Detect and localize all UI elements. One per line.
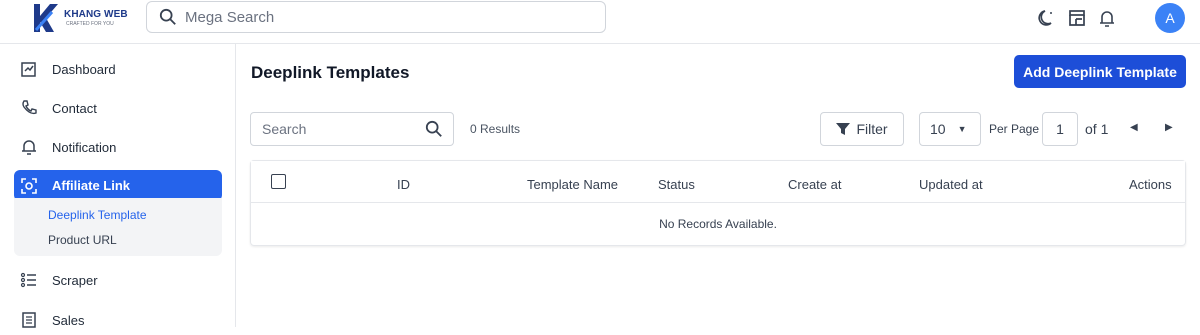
store-icon[interactable] — [1066, 7, 1088, 29]
add-deeplink-template-button[interactable]: Add Deeplink Template — [1014, 55, 1186, 88]
dark-mode-icon[interactable] — [1036, 7, 1058, 29]
sidebar-item-label: Notification — [52, 139, 117, 155]
sidebar-item-label: Dashboard — [52, 61, 116, 77]
mega-search-placeholder: Mega Search — [185, 8, 275, 26]
empty-state-text: No Records Available. — [659, 217, 777, 231]
bell-icon — [22, 140, 36, 155]
results-count: 0 Results — [470, 122, 521, 136]
submenu-item-product-url[interactable]: Product URL — [48, 233, 117, 247]
sidebar-item-label: Sales — [52, 312, 85, 328]
next-page-icon[interactable]: ▶ — [1165, 122, 1173, 133]
affiliate-icon — [21, 177, 37, 194]
search-icon[interactable] — [425, 120, 443, 138]
prev-page-icon[interactable]: ◀ — [1130, 122, 1138, 133]
phone-icon — [22, 100, 37, 115]
dashboard-icon — [21, 62, 36, 77]
filter-icon — [836, 123, 851, 135]
document-icon — [22, 312, 36, 328]
page-total: of 1 — [1085, 121, 1109, 137]
search-icon — [159, 8, 176, 25]
sidebar-item-contact[interactable]: Contact — [14, 93, 222, 123]
sidebar-item-label: Scraper — [52, 272, 98, 288]
page-title: Deeplink Templates — [251, 63, 410, 82]
brand-logo[interactable]: KHANG WEB CRAFTED FOR YOU — [30, 2, 140, 36]
table-header: ID Template Name Status Create at Update… — [251, 161, 1185, 203]
column-header-actions: Actions — [1129, 177, 1172, 192]
select-all-checkbox[interactable] — [271, 174, 286, 189]
affiliate-submenu: Deeplink Template Product URL — [14, 198, 222, 256]
search-placeholder: Search — [262, 121, 307, 137]
sidebar-item-label: Affiliate Link — [52, 178, 131, 193]
filter-button[interactable]: Filter — [820, 112, 904, 146]
sidebar-item-scraper[interactable]: Scraper — [14, 265, 222, 295]
top-bar: KHANG WEB CRAFTED FOR YOU Mega Search A — [0, 0, 1200, 44]
column-header-updated-at[interactable]: Updated at — [919, 177, 983, 192]
submenu-item-deeplink-template[interactable]: Deeplink Template — [48, 208, 147, 222]
column-header-status[interactable]: Status — [658, 177, 695, 192]
deeplink-templates-table: ID Template Name Status Create at Update… — [250, 160, 1186, 246]
page-number-input[interactable]: 1 — [1042, 112, 1078, 146]
sidebar-item-dashboard[interactable]: Dashboard — [14, 54, 222, 84]
sidebar: Dashboard Contact Notification Affiliate… — [0, 44, 236, 328]
per-page-value: 10 — [930, 121, 946, 137]
per-page-select[interactable]: 10 ▼ — [919, 112, 981, 146]
list-icon — [20, 272, 36, 288]
column-header-template-name[interactable]: Template Name — [527, 177, 618, 192]
sidebar-item-sales[interactable]: Sales — [14, 305, 222, 335]
per-page-label: Per Page — [989, 122, 1040, 136]
sidebar-item-label: Contact — [52, 100, 97, 116]
brand-tagline: CRAFTED FOR YOU — [66, 21, 114, 27]
column-header-create-at[interactable]: Create at — [788, 177, 841, 192]
filter-label: Filter — [856, 121, 888, 137]
brand-name: KHANG WEB — [64, 9, 128, 20]
notification-bell-icon[interactable] — [1096, 7, 1118, 29]
user-avatar[interactable]: A — [1155, 3, 1185, 33]
caret-down-icon: ▼ — [957, 124, 967, 134]
column-header-id[interactable]: ID — [397, 177, 410, 192]
sidebar-item-affiliate-link[interactable]: Affiliate Link — [14, 170, 222, 201]
logo-mark-icon — [34, 4, 58, 32]
search-input[interactable]: Search — [250, 112, 454, 146]
mega-search-input[interactable]: Mega Search — [146, 1, 606, 33]
sidebar-item-notification[interactable]: Notification — [14, 132, 222, 162]
